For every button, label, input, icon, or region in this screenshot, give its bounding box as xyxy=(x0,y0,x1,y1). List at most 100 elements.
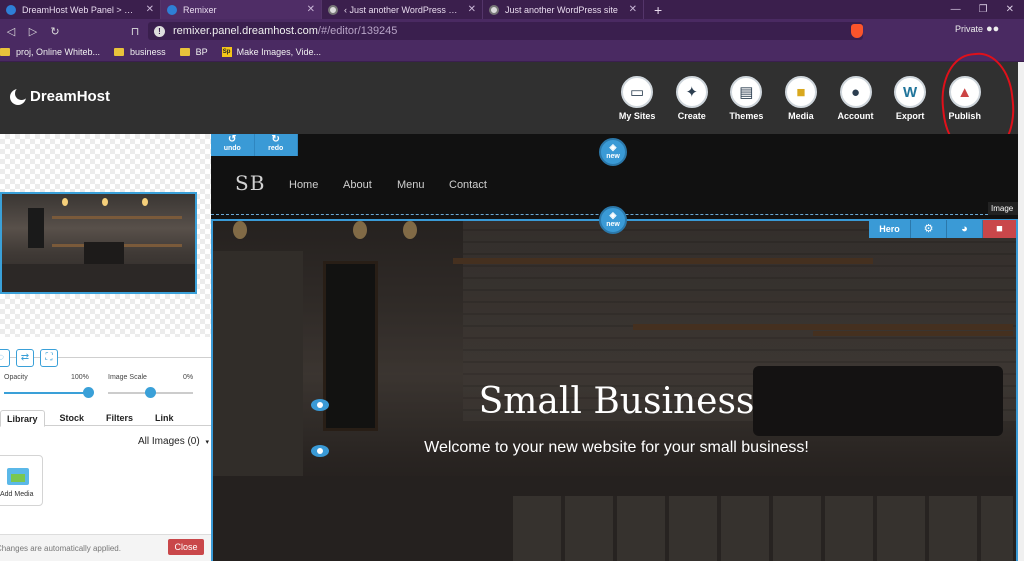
page-scrollbar[interactable] xyxy=(1018,62,1024,561)
image-icon xyxy=(7,468,29,485)
tab-stock[interactable]: Stock xyxy=(53,410,92,425)
add-section-button[interactable]: ◈ new xyxy=(599,138,627,166)
brave-shield-icon[interactable] xyxy=(851,24,863,38)
themes-button[interactable]: ▤ Themes xyxy=(719,76,774,121)
opacity-slider-handle[interactable] xyxy=(83,387,94,398)
menu-item-menu[interactable]: Menu xyxy=(397,179,425,191)
undo-button[interactable]: ↺ undo xyxy=(211,134,255,156)
redo-button[interactable]: ↻ redo xyxy=(255,134,298,156)
tab-close-icon[interactable]: ✕ xyxy=(307,4,315,15)
tab-filters[interactable]: Filters xyxy=(99,410,140,425)
selected-image-thumbnail[interactable] xyxy=(0,192,197,294)
flip-icon[interactable]: ⇄ xyxy=(16,349,34,367)
redo-label: redo xyxy=(268,145,284,152)
new-label: new xyxy=(606,221,620,228)
hero-section[interactable]: Small Business Welcome to your new websi… xyxy=(211,219,1018,561)
tab-title: Remixer xyxy=(183,4,217,15)
dreamhost-logo[interactable]: DreamHost xyxy=(10,86,111,105)
window-controls: — ❐ ✕ xyxy=(951,0,1024,19)
crop-icon[interactable]: ◌ xyxy=(0,349,10,367)
export-button[interactable]: W Export xyxy=(883,76,938,121)
hero-section-label[interactable]: Hero xyxy=(869,220,911,238)
tab-title: ‹ Just another WordPress site — W xyxy=(344,4,462,15)
visibility-toggle-icon[interactable] xyxy=(311,399,329,411)
trash-icon[interactable]: ■ xyxy=(983,220,1016,238)
browser-tab-wordpress-site[interactable]: Just another WordPress site ✕ xyxy=(483,0,644,19)
folder-icon xyxy=(0,48,10,56)
image-settings-panel: ◌ ⇄ ⛶ Opacity 100% Image Scale 0% Librar… xyxy=(0,134,211,561)
my-sites-button[interactable]: ▭ My Sites xyxy=(610,76,665,121)
thumb-bulb xyxy=(142,198,148,206)
add-section-button[interactable]: ◈ new xyxy=(599,206,627,234)
layers-icon: ◈ xyxy=(609,142,617,152)
opacity-slider-track[interactable] xyxy=(4,392,89,394)
bookmark-item[interactable]: business xyxy=(114,47,166,57)
publish-button[interactable]: ▲ Publish xyxy=(937,76,992,121)
add-media-label: Add Media xyxy=(0,491,34,498)
media-source-tabs: Library Stock Filters Link xyxy=(0,410,211,427)
chevron-down-icon: ▾ xyxy=(205,439,209,446)
private-mask-icon: ●● xyxy=(986,23,1000,35)
palette-icon[interactable]: ◕ xyxy=(947,220,983,238)
visibility-toggle-icon[interactable] xyxy=(311,445,329,457)
forward-icon[interactable]: ▷ xyxy=(22,25,44,38)
themes-icon: ▤ xyxy=(730,76,763,108)
layers-icon: ◈ xyxy=(609,210,617,220)
fit-icon[interactable]: ⛶ xyxy=(40,349,58,367)
dreamhost-moon-icon xyxy=(10,86,28,105)
tab-close-icon[interactable]: ✕ xyxy=(468,4,476,15)
add-media-button[interactable]: Add Media xyxy=(0,455,43,506)
menu-item-contact[interactable]: Contact xyxy=(449,179,487,191)
wordpress-favicon-icon xyxy=(489,4,499,15)
bookmark-item[interactable]: BP xyxy=(179,47,208,57)
hero-subtitle[interactable]: Welcome to your new website for your sma… xyxy=(213,439,1016,457)
new-tab-button[interactable]: + xyxy=(644,0,672,19)
tab-library[interactable]: Library xyxy=(0,410,45,427)
panel-footer: Changes are automatically applied. Close xyxy=(0,534,211,561)
remixer-header: DreamHost ▭ My Sites ✦ Create ▤ Themes ■… xyxy=(0,62,1018,134)
reload-icon[interactable]: ↻ xyxy=(44,25,66,38)
bookmark-item[interactable]: Sp Make Images, Vide... xyxy=(221,47,321,57)
logo-text: DreamHost xyxy=(30,88,111,105)
image-tooltip: Image xyxy=(988,202,1018,215)
address-bar[interactable]: ! remixer.panel.dreamhost.com/#/editor/1… xyxy=(148,22,863,40)
image-scale-slider-handle[interactable] xyxy=(145,387,156,398)
close-button[interactable]: Close xyxy=(168,539,204,555)
tool-label: Themes xyxy=(729,111,764,121)
all-images-label: All Images (0) xyxy=(138,436,200,447)
new-label: new xyxy=(606,153,620,160)
menu-item-about[interactable]: About xyxy=(343,179,372,191)
restore-icon[interactable]: ❐ xyxy=(979,4,988,15)
site-logo[interactable]: SB xyxy=(235,171,265,195)
image-tool-buttons: ◌ ⇄ ⛶ xyxy=(0,349,58,367)
tab-close-icon[interactable]: ✕ xyxy=(629,4,637,15)
bookmark-icon[interactable]: ⊓ xyxy=(124,25,146,38)
close-window-icon[interactable]: ✕ xyxy=(1006,4,1014,15)
gear-icon[interactable]: ⚙ xyxy=(911,220,947,238)
bookmark-label: business xyxy=(130,47,166,57)
hero-title[interactable]: Small Business xyxy=(213,381,1016,422)
hero-section-toolbar: Hero ⚙ ◕ ■ xyxy=(869,220,1016,238)
all-images-dropdown[interactable]: All Images (0) ▾ xyxy=(138,436,209,447)
wordpress-icon: W xyxy=(894,76,927,108)
minimize-icon[interactable]: — xyxy=(951,4,961,15)
private-label: Private xyxy=(955,24,984,34)
undo-icon: ↺ xyxy=(228,134,237,145)
media-button[interactable]: ■ Media xyxy=(774,76,829,121)
browser-nav-bar: ◁ ▷ ↻ ⊓ ! remixer.panel.dreamhost.com/#/… xyxy=(0,19,1024,43)
bookmark-item[interactable]: proj, Online Whiteb... xyxy=(0,47,100,57)
menu-item-home[interactable]: Home xyxy=(289,179,318,191)
undo-label: undo xyxy=(223,145,241,152)
site-info-icon[interactable]: ! xyxy=(154,25,165,37)
tool-label: Account xyxy=(837,111,874,121)
opacity-value: 100% xyxy=(71,374,89,381)
account-button[interactable]: ● Account xyxy=(828,76,883,121)
browser-tab-wordpress-admin[interactable]: ‹ Just another WordPress site — W ✕ xyxy=(322,0,483,19)
browser-tab-dreamhost-panel[interactable]: DreamHost Web Panel > Remixer ✕ xyxy=(0,0,161,19)
sp-logo-icon: Sp xyxy=(221,47,232,57)
create-button[interactable]: ✦ Create xyxy=(664,76,719,121)
back-icon[interactable]: ◁ xyxy=(0,25,22,38)
browser-tab-remixer[interactable]: Remixer ✕ xyxy=(161,0,322,19)
tab-link[interactable]: Link xyxy=(148,410,181,425)
tab-close-icon[interactable]: ✕ xyxy=(146,4,154,15)
